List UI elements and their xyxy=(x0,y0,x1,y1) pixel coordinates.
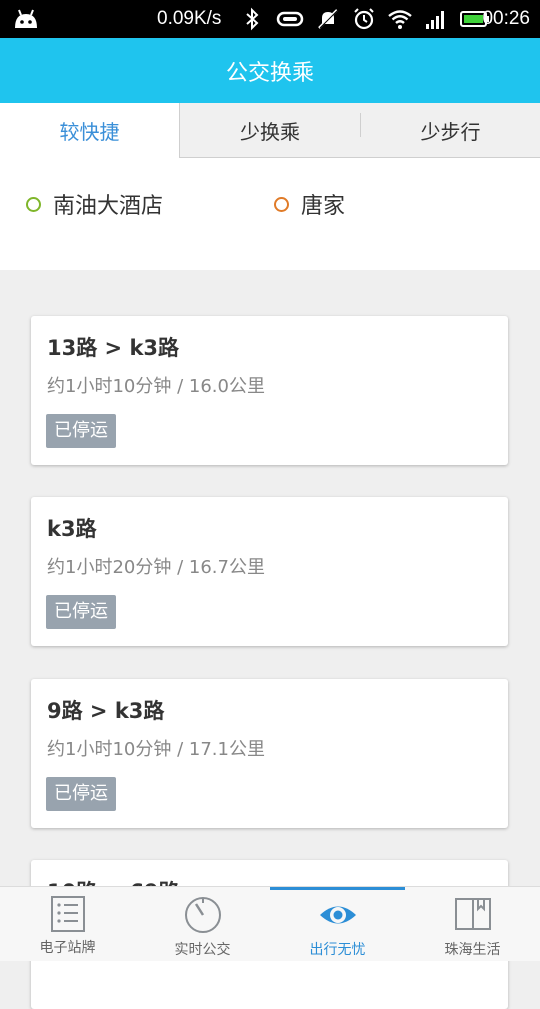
eye-icon xyxy=(319,906,356,924)
active-indicator xyxy=(270,887,405,890)
tab-label: 较快捷 xyxy=(59,120,120,144)
status-badge: 已停运 xyxy=(46,777,116,811)
plan-title: k3路 xyxy=(47,517,97,541)
gauge-icon xyxy=(184,897,221,933)
nav-item-zhuhai-life[interactable]: 珠海生活 xyxy=(405,887,540,961)
signal-icon xyxy=(426,11,444,29)
status-badge: 已停运 xyxy=(46,595,116,629)
nav-item-e-board[interactable]: 电子站牌 xyxy=(0,887,135,961)
nav-label: 电子站牌 xyxy=(39,940,96,956)
tab-less-walking[interactable]: 少步行 xyxy=(361,103,540,157)
plan-card[interactable]: 13路 > k3路 约1小时10分钟 / 16.0公里 已停运 xyxy=(31,316,508,465)
status-badge: 已停运 xyxy=(46,414,116,448)
status-bar: 0.09K/s 00:26 xyxy=(0,0,540,38)
tab-label: 少步行 xyxy=(420,119,481,144)
bluetooth-icon xyxy=(246,7,259,31)
origin-name: 南油大酒店 xyxy=(53,194,164,219)
destination-name: 唐家 xyxy=(301,194,346,219)
destination: 唐家 xyxy=(274,188,345,220)
plan-tabs: 较快捷 少换乘 少步行 xyxy=(0,103,540,158)
destination-dot-icon xyxy=(274,196,289,212)
nav-label: 珠海生活 xyxy=(444,942,501,958)
network-speed: 0.09K/s xyxy=(157,8,222,29)
board-icon xyxy=(50,896,85,932)
plan-detail: 约1小时10分钟 / 17.1公里 xyxy=(47,739,265,760)
mute-icon xyxy=(318,9,339,29)
book-icon xyxy=(454,898,491,930)
app-bar: 公交换乘 xyxy=(0,38,540,103)
alarm-icon xyxy=(354,8,374,30)
wifi-icon xyxy=(388,10,412,29)
plan-detail: 约1小时20分钟 / 16.7公里 xyxy=(47,557,265,578)
vibrate-icon xyxy=(276,11,304,27)
bottom-nav: 电子站牌 实时公交 出行无忧 珠海生活 xyxy=(0,886,540,961)
tab-fewer-transfers[interactable]: 少换乘 xyxy=(180,103,360,157)
nav-item-realtime-bus[interactable]: 实时公交 xyxy=(135,887,270,961)
nav-item-travel[interactable]: 出行无忧 xyxy=(270,887,405,961)
plan-detail: 约1小时10分钟 / 16.0公里 xyxy=(47,376,265,397)
nav-label: 实时公交 xyxy=(174,942,231,958)
tab-label: 少换乘 xyxy=(240,119,300,144)
plan-card[interactable]: 9路 > k3路 约1小时10分钟 / 17.1公里 已停运 xyxy=(31,679,508,828)
android-icon xyxy=(15,9,37,28)
origin-dot-icon xyxy=(26,196,41,212)
plan-title: 13路 > k3路 xyxy=(47,336,180,360)
plan-card[interactable]: k3路 约1小时20分钟 / 16.7公里 已停运 xyxy=(31,497,508,646)
clock: 00:26 xyxy=(482,8,530,29)
nav-label: 出行无忧 xyxy=(309,942,366,958)
page-title: 公交换乘 xyxy=(225,60,314,86)
origin: 南油大酒店 xyxy=(26,188,163,220)
plan-title: 9路 > k3路 xyxy=(47,699,165,723)
route-endpoints: 南油大酒店 唐家 xyxy=(0,158,540,270)
tab-fastest[interactable]: 较快捷 xyxy=(0,103,180,158)
